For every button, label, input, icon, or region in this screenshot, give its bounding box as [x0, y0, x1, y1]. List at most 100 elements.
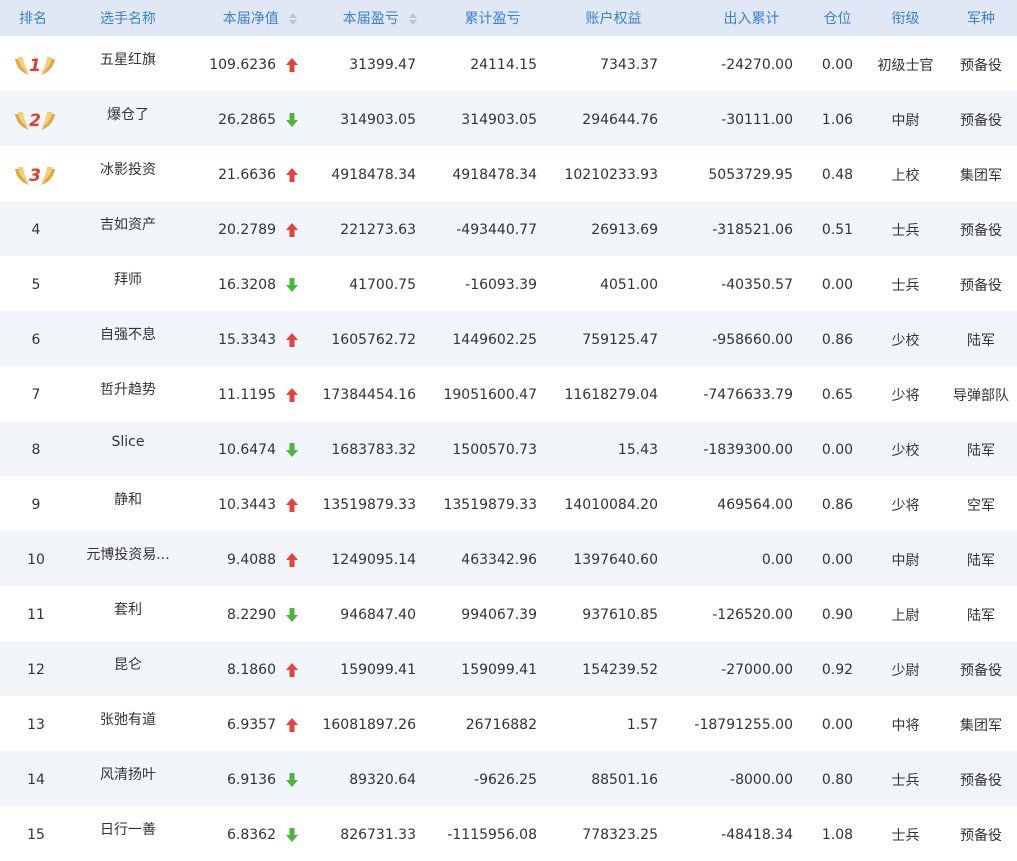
inout-cell: -958660.00 — [674, 311, 809, 366]
player-name[interactable]: 张弛有道 — [100, 712, 156, 728]
table-row[interactable]: 9 静和 10.3443 13519879.33 13519879.33 14010084… — [0, 476, 1017, 531]
profit-cell: 159099.41 — [310, 641, 432, 696]
nav-cell: 9.4088 — [190, 531, 310, 586]
player-name[interactable]: 爆仓了 — [107, 107, 149, 123]
col-header-cum-profit[interactable]: 累计盈亏 — [432, 0, 553, 36]
rank-title-value: 士兵 — [891, 827, 920, 844]
title-cell: 中将 — [866, 696, 945, 751]
cum-profit-value: 1449602.25 — [452, 331, 537, 348]
table-row[interactable]: 5 拜师 16.3208 41700.75 -16093.39 4051.00 -40350… — [0, 256, 1017, 311]
inout-value: -40350.57 — [721, 276, 793, 293]
rank-title-value: 少将 — [891, 387, 920, 404]
profit-cell: 13519879.33 — [310, 476, 432, 531]
table-row[interactable]: 6 自强不息 15.3343 1605762.72 1449602.25 759125.4… — [0, 311, 1017, 366]
rank-cell: 5 — [0, 256, 66, 311]
branch-cell: 集团军 — [945, 146, 1017, 201]
rank-number: 6 — [31, 331, 41, 348]
position-cell: 0.51 — [809, 201, 866, 256]
player-name[interactable]: 拜师 — [114, 272, 142, 288]
col-header-profit[interactable]: 本届盈亏 — [310, 0, 432, 36]
col-header-inout[interactable]: 出入累计 — [674, 0, 809, 36]
player-name[interactable]: 元博投资易... — [86, 547, 169, 563]
col-header-nav[interactable]: 本届净值 — [190, 0, 310, 36]
player-name[interactable]: 昆仑 — [114, 657, 142, 673]
player-name[interactable]: 吉如资产 — [100, 217, 156, 233]
position-cell: 0.00 — [809, 421, 866, 476]
rank-title-value: 中尉 — [891, 112, 920, 129]
rank-cell: 11 — [0, 586, 66, 641]
player-name-cell: 元博投资易... — [66, 531, 190, 586]
profit-cell: 946847.40 — [310, 586, 432, 641]
table-row[interactable]: 2 爆仓了 26.2865 314903.05 314903.05 294644.76 -3… — [0, 91, 1017, 146]
position-value: 0.90 — [821, 606, 854, 623]
trend-down-icon — [286, 772, 298, 787]
sort-icon[interactable] — [289, 13, 298, 25]
table-row[interactable]: 11 套利 8.2290 946847.40 994067.39 937610.85 -12… — [0, 586, 1017, 641]
table-row[interactable]: 15 日行一善 6.8362 826731.33 -1115956.08 778323.2… — [0, 806, 1017, 861]
position-value: 0.00 — [821, 441, 854, 458]
rank-cell: 10 — [0, 531, 66, 586]
position-value: 0.92 — [821, 661, 854, 678]
nav-cell: 8.2290 — [190, 586, 310, 641]
col-header-cum-profit-label: 累计盈亏 — [464, 11, 521, 27]
inout-cell: -1839300.00 — [674, 421, 809, 476]
player-name[interactable]: 日行一善 — [100, 822, 156, 838]
rank-number: 11 — [27, 606, 45, 623]
position-value: 0.00 — [821, 276, 854, 293]
nav-cell: 10.3443 — [190, 476, 310, 531]
position-value: 0.51 — [821, 221, 854, 238]
cum-profit-cell: 4918478.34 — [432, 146, 553, 201]
player-name[interactable]: 冰影投资 — [100, 162, 156, 178]
col-header-title[interactable]: 衔级 — [866, 0, 945, 36]
branch-value: 集团军 — [960, 717, 1002, 734]
table-row[interactable]: 12 昆仑 8.1860 159099.41 159099.41 154239.52 -27… — [0, 641, 1017, 696]
inout-cell: 0.00 — [674, 531, 809, 586]
trend-up-icon — [286, 57, 298, 72]
position-cell: 0.48 — [809, 146, 866, 201]
position-cell: 1.06 — [809, 91, 866, 146]
cum-profit-cell: 1449602.25 — [432, 311, 553, 366]
table-row[interactable]: 7 哲升趋势 11.1195 17384454.16 19051600.47 116182… — [0, 366, 1017, 421]
table-row[interactable]: 8 Slice 10.6474 1683783.32 1500570.73 15.43 -1… — [0, 421, 1017, 476]
player-name[interactable]: 五星红旗 — [100, 52, 156, 68]
col-header-rank[interactable]: 排名 — [0, 0, 66, 36]
rank-number: 14 — [27, 771, 45, 788]
player-name[interactable]: 自强不息 — [100, 327, 156, 343]
branch-cell: 预备役 — [945, 751, 1017, 806]
player-name[interactable]: Slice — [112, 434, 145, 450]
rank-title-value: 士兵 — [891, 772, 920, 789]
table-row[interactable]: 14 风清扬叶 6.9136 89320.64 -9626.25 88501.16 -800… — [0, 751, 1017, 806]
equity-cell: 15.43 — [553, 421, 674, 476]
player-name[interactable]: 风清扬叶 — [100, 767, 156, 783]
inout-cell: -27000.00 — [674, 641, 809, 696]
title-cell: 少将 — [866, 366, 945, 421]
player-name-cell: 自强不息 — [66, 311, 190, 366]
col-header-position[interactable]: 仓位 — [809, 0, 866, 36]
player-name[interactable]: 静和 — [114, 492, 142, 508]
branch-value: 集团军 — [960, 167, 1002, 184]
table-row[interactable]: 3 冰影投资 21.6636 4918478.34 4918478.34 10210233… — [0, 146, 1017, 201]
col-header-branch[interactable]: 军种 — [945, 0, 1017, 36]
col-header-equity[interactable]: 账户权益 — [553, 0, 674, 36]
profit-value: 16081897.26 — [322, 716, 416, 733]
nav-value: 20.2789 — [218, 221, 276, 238]
nav-value: 15.3343 — [218, 331, 276, 348]
table-row[interactable]: 1 五星红旗 109.6236 31399.47 24114.15 7343.37 -242… — [0, 36, 1017, 91]
player-name[interactable]: 套利 — [114, 602, 142, 618]
sort-icon[interactable] — [409, 13, 418, 25]
table-row[interactable]: 13 张弛有道 6.9357 16081897.26 26716882 1.57 -1879… — [0, 696, 1017, 751]
equity-cell: 4051.00 — [553, 256, 674, 311]
position-value: 0.80 — [821, 771, 854, 788]
table-row[interactable]: 4 吉如资产 20.2789 221273.63 -493440.77 26913.69 -… — [0, 201, 1017, 256]
position-cell: 0.92 — [809, 641, 866, 696]
cum-profit-value: 994067.39 — [461, 606, 537, 623]
trend-up-icon — [286, 387, 298, 402]
equity-cell: 294644.76 — [553, 91, 674, 146]
inout-value: -958660.00 — [712, 331, 793, 348]
table-row[interactable]: 10 元博投资易... 9.4088 1249095.14 463342.96 13976… — [0, 531, 1017, 586]
branch-value: 陆军 — [967, 332, 995, 349]
position-cell: 0.00 — [809, 696, 866, 751]
title-cell: 中尉 — [866, 91, 945, 146]
col-header-name[interactable]: 选手名称 — [66, 0, 190, 36]
player-name[interactable]: 哲升趋势 — [100, 382, 156, 398]
